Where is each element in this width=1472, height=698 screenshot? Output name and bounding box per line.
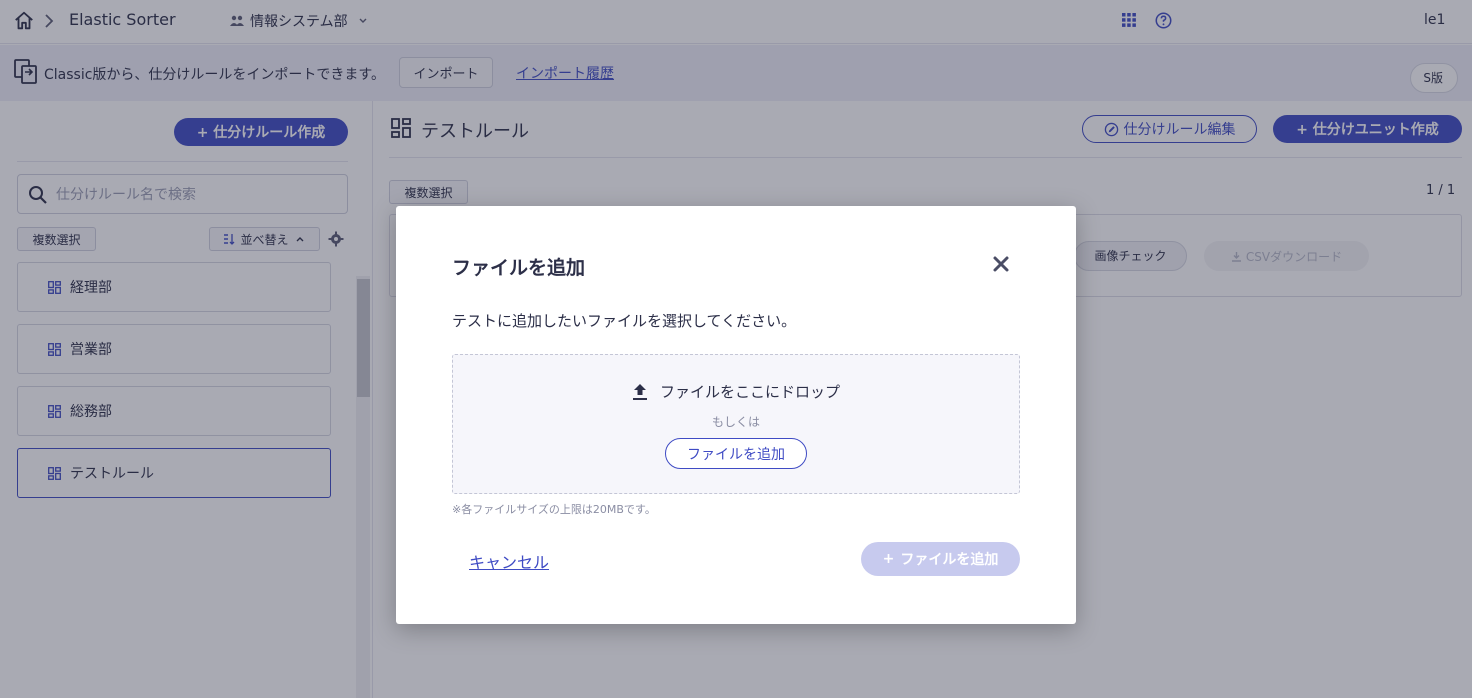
drop-text: ファイルをここにドロップ bbox=[659, 383, 840, 401]
upload-icon bbox=[632, 383, 647, 400]
drop-prompt: ファイルをここにドロップ bbox=[453, 381, 1019, 402]
or-text: もしくは bbox=[711, 415, 760, 429]
plus-icon: + bbox=[882, 551, 895, 567]
add-file-dialog: ファイルを追加 テストに追加したいファイルを選択してください。 ファイルをここに… bbox=[396, 206, 1076, 624]
submit-label: ファイルを追加 bbox=[900, 552, 999, 568]
cancel-link[interactable]: キャンセル bbox=[469, 549, 549, 573]
add-file-button[interactable]: ファイルを追加 bbox=[665, 438, 807, 469]
file-drop-zone[interactable]: ファイルをここにドロップ もしくは ファイルを追加 bbox=[452, 354, 1020, 494]
dialog-title: ファイルを追加 bbox=[452, 257, 586, 279]
close-button[interactable] bbox=[990, 254, 1012, 276]
dialog-description: テストに追加したいファイルを選択してください。 bbox=[452, 312, 797, 330]
submit-add-file-button[interactable]: + ファイルを追加 bbox=[861, 542, 1020, 576]
file-size-note: ※各ファイルサイズの上限は20MBです。 bbox=[452, 503, 656, 516]
close-icon bbox=[993, 256, 1009, 271]
